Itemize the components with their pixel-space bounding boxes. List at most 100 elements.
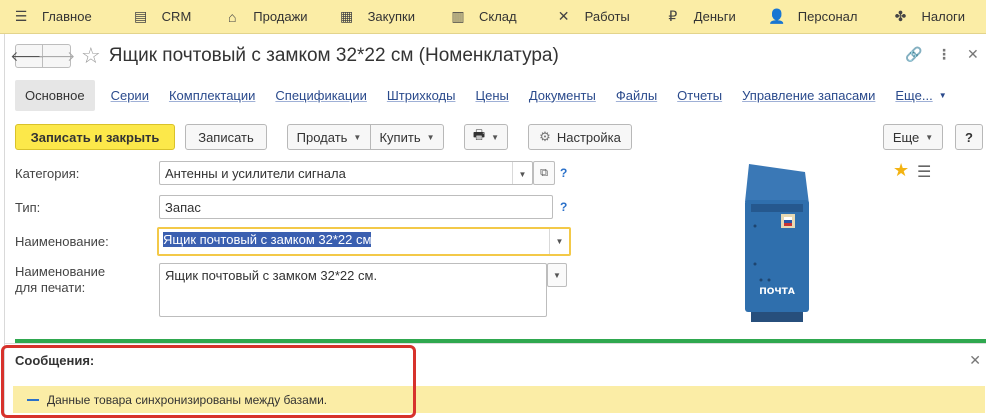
messages-panel: Сообщения: ✕ Данные товара синхронизиров… xyxy=(5,343,986,420)
name-value: Ящик почтовый с замком 32*22 см xyxy=(163,232,372,247)
money-icon: ₽ xyxy=(668,8,678,24)
category-dropdown-button[interactable]: ▼ xyxy=(512,162,532,184)
print-name-field[interactable]: Ящик почтовый с замком 32*22 см. xyxy=(159,263,547,317)
print-name-value: Ящик почтовый с замком 32*22 см. xyxy=(165,268,378,283)
settings-label: Настройка xyxy=(556,129,621,145)
tab-specifications[interactable]: Спецификации xyxy=(275,88,367,103)
crm-icon: ▤ xyxy=(134,8,148,24)
section-purchases[interactable]: ▦ Закупки xyxy=(326,0,415,34)
buy-button[interactable]: Купить ▼ xyxy=(370,124,444,150)
print-name-dropdown-button[interactable]: ▼ xyxy=(547,263,567,287)
print-button[interactable]: 🖶 ▼ xyxy=(464,124,508,150)
menu-icon: ☰ xyxy=(14,8,28,24)
category-open-button[interactable]: ⧉ xyxy=(533,161,555,185)
print-name-label-line2: для печати: xyxy=(15,280,86,295)
message-item[interactable]: Данные товара синхронизированы между баз… xyxy=(13,386,985,413)
buy-label: Купить xyxy=(379,129,421,145)
chevron-down-icon: ▼ xyxy=(938,90,947,100)
tab-files[interactable]: Файлы xyxy=(616,88,657,103)
tab-series[interactable]: Серии xyxy=(111,88,149,103)
section-works[interactable]: ✕ Работы xyxy=(543,0,630,34)
section-sales[interactable]: ⌂ Продажи xyxy=(211,0,308,34)
print-name-label-line1: Наименование xyxy=(15,264,106,279)
more-button[interactable]: Еще ▼ xyxy=(883,124,943,150)
section-label: Главное xyxy=(42,9,92,24)
messages-title: Сообщения: xyxy=(15,353,95,368)
help-button[interactable]: ? xyxy=(955,124,983,150)
printer-icon: 🖶 xyxy=(472,127,486,142)
chevron-down-icon: ▼ xyxy=(426,132,435,142)
settings-button[interactable]: ⚙ Настройка xyxy=(528,124,632,150)
chevron-down-icon: ▼ xyxy=(353,132,362,142)
favorite-star-icon[interactable]: ☆ xyxy=(81,45,101,67)
warehouse-icon: ▥ xyxy=(451,8,465,24)
type-help-icon[interactable]: ? xyxy=(560,200,567,214)
tab-documents[interactable]: Документы xyxy=(529,88,596,103)
section-staff[interactable]: 👤 Персонал xyxy=(756,0,858,34)
gear-icon: ⚙ xyxy=(539,129,551,144)
name-field[interactable]: Ящик почтовый с замком 32*22 см ▼ xyxy=(157,227,571,256)
person-icon: 👤 xyxy=(768,8,786,24)
form-tabs: Основное Серии Комплектации Спецификации… xyxy=(15,78,947,112)
chevron-down-icon: ▼ xyxy=(555,237,564,246)
more-label: Еще xyxy=(892,129,920,145)
title-row: 🡐 🡒 ☆ Ящик почтовый с замком 32*22 см (Н… xyxy=(10,43,559,69)
category-field[interactable]: Антенны и усилители сигнала ▼ xyxy=(159,161,533,185)
tools-icon: ✕ xyxy=(557,8,570,24)
tab-barcodes[interactable]: Штрихкоды xyxy=(387,88,456,103)
close-icon[interactable]: ✕ xyxy=(969,352,981,369)
tab-more[interactable]: Еще... xyxy=(895,88,932,103)
basket-icon: ⌂ xyxy=(228,8,237,25)
chevron-down-icon: ▼ xyxy=(553,270,561,280)
open-icon: ⧉ xyxy=(540,166,548,179)
section-label: Работы xyxy=(584,9,630,24)
category-label: Категория: xyxy=(15,166,80,181)
save-and-close-button[interactable]: Записать и закрыть xyxy=(15,124,175,150)
star-icon[interactable]: ★ xyxy=(893,160,909,181)
save-button[interactable]: Записать xyxy=(185,124,267,150)
section-crm[interactable]: ▤ CRM xyxy=(120,0,192,34)
message-text: Данные товара синхронизированы между баз… xyxy=(47,392,328,407)
sell-label: Продать xyxy=(296,129,348,145)
chevron-down-icon: ▼ xyxy=(491,132,500,142)
section-label: Деньги xyxy=(693,9,736,24)
type-value: Запас xyxy=(165,200,201,215)
mailbox-caption: ПОЧТА xyxy=(759,287,795,297)
tab-prices[interactable]: Цены xyxy=(475,88,508,103)
section-money[interactable]: ₽ Деньги xyxy=(652,0,736,34)
category-help-icon[interactable]: ? xyxy=(560,166,567,180)
tab-kits[interactable]: Комплектации xyxy=(169,88,255,103)
section-warehouse[interactable]: ▥ Склад xyxy=(437,0,517,34)
section-label: Закупки xyxy=(367,9,415,24)
item-picture: ПОЧТА xyxy=(741,164,813,327)
arrow-right-icon: 🡒 xyxy=(37,47,76,64)
sell-button[interactable]: Продать ▼ xyxy=(287,124,371,150)
section-label: Налоги xyxy=(921,9,966,24)
more-actions-icon[interactable]: ⋮ xyxy=(937,46,951,63)
forward-button[interactable]: 🡒 xyxy=(38,44,75,68)
dash-icon xyxy=(27,398,39,401)
section-label: Склад xyxy=(478,9,517,24)
emblem-icon: ✤ xyxy=(894,8,907,24)
section-label: CRM xyxy=(161,9,192,24)
window-title: Ящик почтовый с замком 32*22 см (Номенкл… xyxy=(108,45,559,66)
section-label: Персонал xyxy=(797,9,858,24)
tab-main[interactable]: Основное xyxy=(15,79,95,111)
section-main[interactable]: ☰ Главное xyxy=(0,0,92,34)
menu-lines-icon[interactable]: ☰ xyxy=(917,162,931,182)
chevron-down-icon: ▼ xyxy=(925,132,934,142)
mailbox-image: ПОЧТА xyxy=(745,164,809,322)
type-field[interactable]: Запас xyxy=(159,195,553,219)
link-icon[interactable]: 🔗 xyxy=(905,46,922,63)
sections-panel: ☰ Главное ▤ CRM ⌂ Продажи ▦ Закупки ▥ Ск… xyxy=(0,0,986,34)
purchases-icon: ▦ xyxy=(339,8,354,24)
tab-reports[interactable]: Отчеты xyxy=(677,88,722,103)
close-icon[interactable]: ✕ xyxy=(967,46,979,63)
name-label: Наименование: xyxy=(15,234,109,249)
item-form-window: 🡐 🡒 ☆ Ящик почтовый с замком 32*22 см (Н… xyxy=(4,34,986,420)
category-value: Антенны и усилители сигнала xyxy=(165,166,346,181)
tab-stock-management[interactable]: Управление запасами xyxy=(742,88,875,103)
section-taxes[interactable]: ✤ Налоги xyxy=(879,0,965,34)
section-label: Продажи xyxy=(253,9,308,24)
name-dropdown-button[interactable]: ▼ xyxy=(549,229,569,254)
